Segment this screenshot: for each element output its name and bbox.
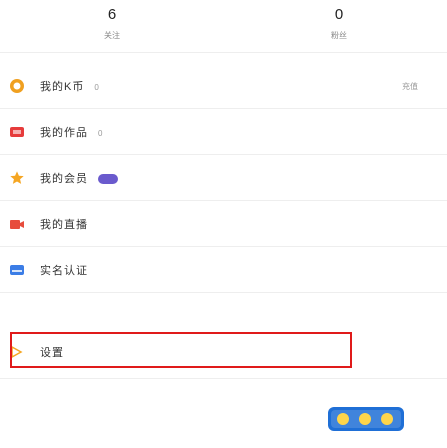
menu-item-live[interactable]: 我的直播 [0, 202, 447, 246]
highlight-box [10, 332, 352, 368]
menu-item-membership[interactable]: 我的会员 [0, 156, 447, 200]
vip-badge [98, 174, 118, 185]
following-stat[interactable]: 6 关注 [52, 6, 172, 41]
divider [0, 108, 447, 109]
following-count: 6 [107, 6, 117, 23]
works-icon [8, 123, 26, 141]
live-icon [8, 215, 26, 233]
menu-label: 我的会员 [40, 170, 118, 186]
id-card-icon [8, 261, 26, 279]
k-coin-count: 0 [94, 83, 100, 92]
menu-item-real-name-auth[interactable]: 实名认证 [0, 248, 447, 292]
works-count: 0 [98, 129, 104, 138]
divider [0, 154, 447, 155]
menu-item-works[interactable]: 我的作品 0 [0, 110, 447, 154]
followers-stat[interactable]: 0 粉丝 [279, 6, 399, 41]
divider [0, 246, 447, 247]
divider [0, 200, 447, 201]
divider [0, 52, 447, 53]
watermark-logo [327, 404, 405, 434]
followers-count: 0 [334, 6, 344, 23]
recharge-link[interactable]: 充值 [402, 81, 418, 92]
followers-label: 粉丝 [331, 31, 347, 40]
divider [0, 292, 447, 293]
following-label: 关注 [104, 31, 120, 40]
menu-label: 我的直播 [40, 219, 88, 231]
coin-icon [8, 77, 26, 95]
divider [0, 378, 447, 379]
menu-item-k-coins[interactable]: 我的K币 0 充值 [0, 64, 447, 108]
menu-label: 实名认证 [40, 265, 88, 277]
star-icon [8, 169, 26, 187]
menu-label: 我的作品 0 [40, 127, 104, 139]
stats-bar: 6 关注 0 粉丝 [0, 0, 447, 52]
menu-label: 我的K币 0 [40, 81, 100, 93]
